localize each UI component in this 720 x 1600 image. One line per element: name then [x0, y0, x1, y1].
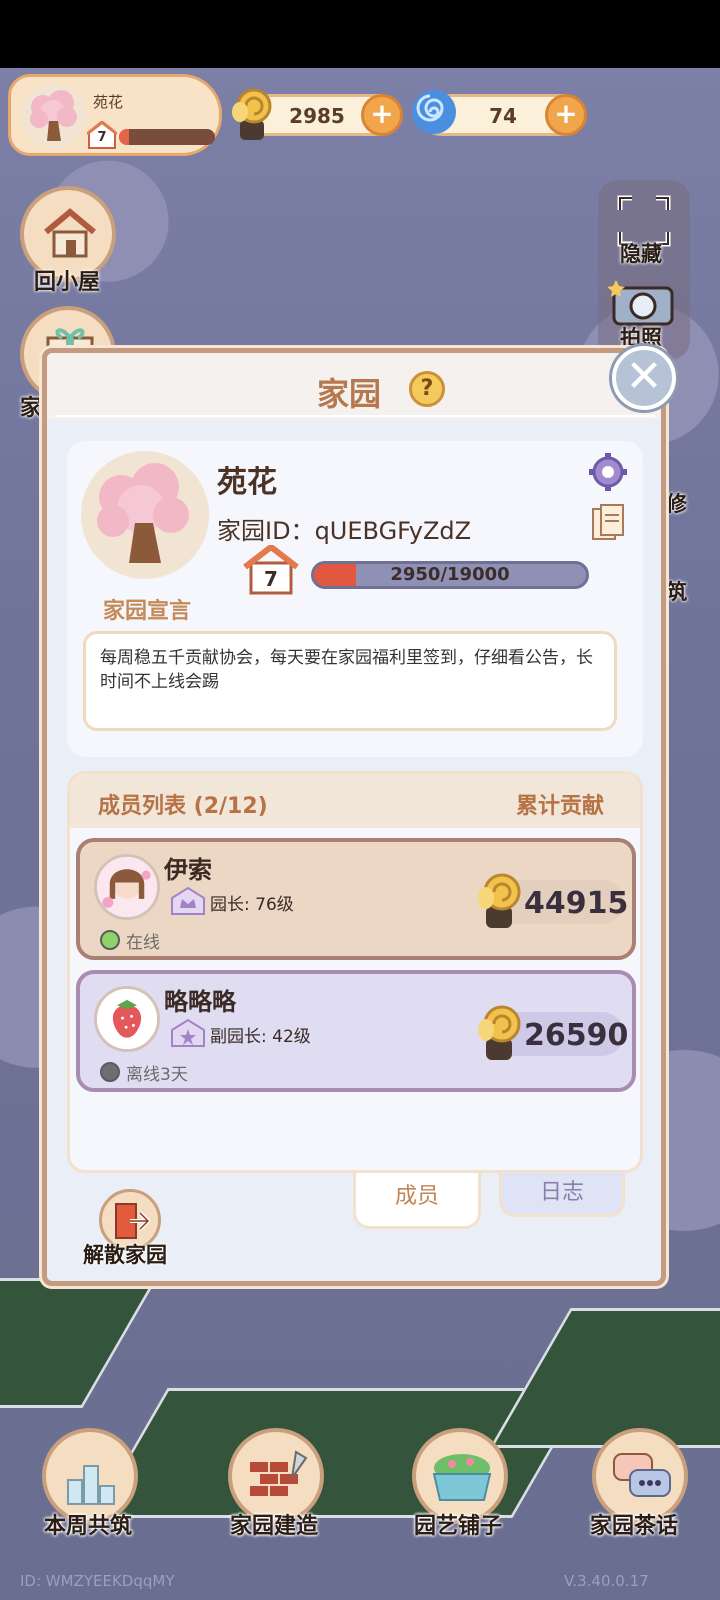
member-name: 伊索 — [164, 856, 212, 884]
home-build-label[interactable]: 家园建造 — [230, 1508, 318, 1540]
podium-icon — [67, 1465, 115, 1505]
home-info-card: 苑花 家园ID：qUEBGFyZdZ 7 2950/19000 家园宣言 每周稳… — [67, 441, 643, 757]
member-role: 副园长: 42级 — [210, 1027, 311, 1047]
member-row[interactable]: 伊索 园长: 76级 在线 44915 — [76, 838, 636, 960]
snail-coin-icon — [232, 88, 272, 140]
home-id-value: qUEBGFyZdZ — [314, 517, 472, 545]
spiral-gem-amount: 74 — [489, 104, 517, 128]
copy-icon[interactable] — [591, 503, 627, 543]
snail-coin-icon — [478, 873, 521, 928]
dialog-header: 家园 ? — [47, 353, 661, 419]
hide-label[interactable]: 隐藏 — [620, 238, 662, 268]
offline-status-dot — [100, 1062, 120, 1082]
star-house-icon — [171, 1018, 205, 1047]
member-contribution: 26590 — [524, 1018, 629, 1053]
house-icon — [44, 208, 96, 258]
disband-label[interactable]: 解散家园 — [83, 1239, 167, 1269]
help-icon[interactable]: ? — [409, 371, 445, 407]
member-name: 略略略 — [164, 988, 236, 1016]
close-button[interactable]: ✕ — [612, 346, 676, 410]
flower-basket-icon — [432, 1454, 492, 1501]
member-status: 在线 — [126, 933, 160, 953]
cherry-tree-icon — [22, 84, 86, 148]
member-list-card: 成员列表 (2/12) 累计贡献 伊索 园长: 76级 在线 44915 略略略… — [67, 771, 643, 1173]
back-home-label: 回小屋 — [34, 270, 101, 295]
home-level: 7 — [264, 567, 278, 591]
declaration-text: 每周稳五千贡献协会，每天要在家园福利里签到，仔细看公告，长时间不上线会踢 — [83, 631, 617, 731]
snail-coin-amount: 2985 — [289, 104, 345, 128]
lawn-tile — [489, 1308, 720, 1448]
garden-shop-label[interactable]: 园艺铺子 — [414, 1508, 502, 1540]
home-xp-text: 2950/19000 — [390, 564, 510, 585]
exit-door-icon — [115, 1203, 150, 1239]
dialog-title: 家园 — [317, 375, 382, 413]
side-partial-label-right: 筑 — [666, 580, 687, 604]
tab-log[interactable]: 日志 — [499, 1173, 625, 1217]
member-list-header: 成员列表 (2/12) 累计贡献 — [70, 774, 640, 828]
home-id: 家园ID：qUEBGFyZdZ — [217, 511, 471, 546]
spiral-gem-icon — [412, 90, 456, 134]
player-name: 苑花 — [93, 93, 124, 111]
footer-version: V.3.40.0.17 — [564, 1572, 649, 1590]
chat-bubbles-icon — [613, 1453, 671, 1497]
online-status-dot — [100, 930, 120, 950]
add-snail-coin-button[interactable]: + — [361, 94, 403, 136]
member-contribution: 44915 — [524, 886, 629, 921]
home-name: 苑花 — [217, 465, 277, 500]
home-cherry-tree-avatar — [81, 451, 209, 579]
player-level: 7 — [97, 130, 107, 145]
declaration-label: 家园宣言 — [103, 599, 192, 624]
weekly-build-label[interactable]: 本周共筑 — [44, 1508, 132, 1540]
gear-icon[interactable] — [587, 451, 629, 493]
snail-coin-icon — [478, 1005, 521, 1060]
player-profile[interactable]: 苑花 7 — [8, 74, 222, 156]
contribution-header: 累计贡献 — [515, 794, 604, 819]
bricks-trowel-icon — [250, 1450, 308, 1496]
home-id-label: 家园ID： — [217, 517, 315, 545]
camera-icon[interactable] — [608, 276, 678, 328]
side-partial-label: 家 — [20, 396, 43, 421]
member-row[interactable]: 略略略 副园长: 42级 离线3天 26590 — [76, 970, 636, 1092]
member-role: 园长: 76级 — [210, 895, 294, 915]
home-xp-bar: 2950/19000 — [311, 561, 589, 589]
home-dialog: 家园 ? 苑花 家园ID：qUEBGFyZdZ 7 2950/19000 家园宣… — [42, 348, 666, 1286]
player-progress-fill — [119, 129, 129, 145]
member-status: 离线3天 — [126, 1065, 188, 1085]
right-tool-panel: 隐藏 拍照 — [598, 180, 690, 360]
lawn-tile — [0, 1278, 158, 1408]
member-count: 成员列表 (2/12) — [98, 794, 268, 819]
tea-talk-label[interactable]: 家园茶话 — [590, 1508, 678, 1540]
strawberry-avatar — [94, 986, 160, 1052]
side-partial-label-right: 修 — [666, 492, 687, 516]
crown-house-icon — [171, 886, 205, 915]
member-avatar — [94, 854, 160, 920]
status-bar — [0, 0, 720, 68]
tab-members[interactable]: 成员 — [353, 1173, 481, 1229]
header-divider — [55, 415, 655, 417]
player-progress-bar — [119, 129, 215, 145]
footer-user-id: ID: WMZYEEKDqqMY — [20, 1572, 175, 1590]
add-spiral-gem-button[interactable]: + — [545, 94, 587, 136]
